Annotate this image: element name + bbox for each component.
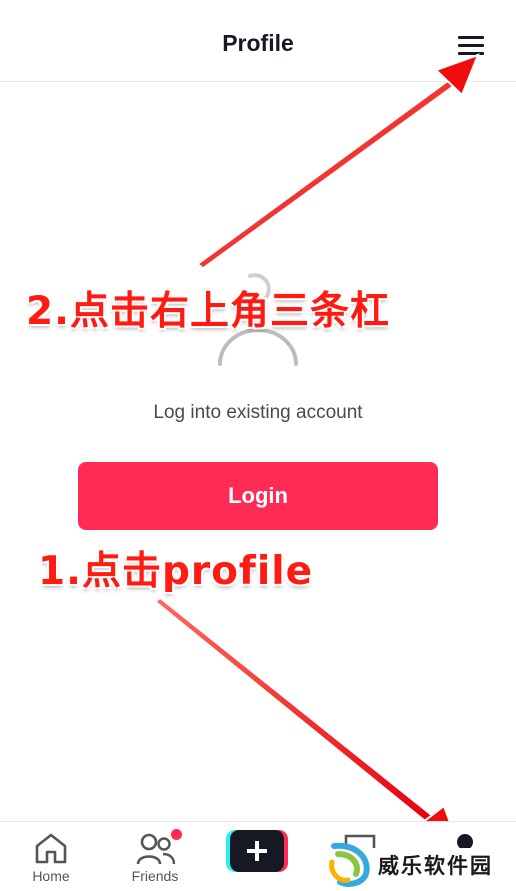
nav-home[interactable]: Home	[20, 822, 82, 891]
home-icon	[35, 833, 67, 864]
arrow-to-menu-icon	[196, 53, 480, 269]
annotation-step-2: 2.点击右上角三条杠	[26, 289, 390, 334]
menu-button[interactable]	[452, 30, 490, 62]
page-title: Profile	[222, 30, 294, 56]
login-button[interactable]: Login	[78, 462, 438, 530]
hamburger-icon-line	[458, 52, 484, 55]
plus-icon	[226, 830, 288, 872]
nav-home-label: Home	[32, 868, 70, 884]
friends-badge	[171, 829, 182, 840]
watermark-text: 威乐软件园	[378, 853, 493, 878]
friends-icon	[136, 833, 176, 865]
arrow-to-profile-tab	[154, 596, 460, 846]
nav-friends-label: Friends	[131, 868, 179, 884]
hamburger-icon-line	[458, 44, 484, 47]
login-hint-text: Log into existing account	[153, 402, 363, 423]
top-bar: Profile	[0, 0, 516, 82]
watermark: 威乐软件园	[324, 836, 516, 891]
hamburger-icon	[458, 36, 484, 39]
nav-friends[interactable]: Friends	[122, 822, 188, 891]
create-button[interactable]	[226, 830, 290, 872]
watermark-logo-icon	[329, 842, 370, 887]
annotation-arrows	[154, 53, 480, 846]
annotation-step-1: 1.点击profile	[38, 549, 314, 594]
